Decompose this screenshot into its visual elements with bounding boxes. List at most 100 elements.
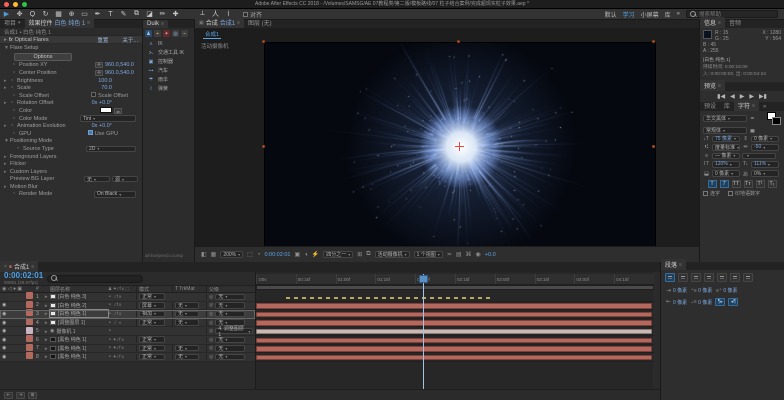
expand-transfer-controls-icon[interactable]: ⇥: [16, 392, 25, 399]
last-frame-button[interactable]: ▶▮: [759, 93, 767, 100]
eye-icon[interactable]: ◉: [2, 302, 6, 308]
scale-offset-checkbox[interactable]: [91, 92, 96, 97]
view-layout-select[interactable]: 1 个视图: [414, 251, 443, 258]
parent-select[interactable]: 无: [215, 294, 245, 301]
exposure-value[interactable]: +0.0: [485, 252, 496, 258]
point-picker-icon[interactable]: ✛: [95, 62, 103, 68]
duik-constraint-icon[interactable]: ✦: [163, 30, 170, 37]
selection-handle[interactable]: [652, 145, 655, 148]
viewer-timecode[interactable]: 0:00:02:01: [264, 252, 290, 258]
duik-item-umbrella[interactable]: ☂雨伞: [143, 75, 194, 84]
mode-select[interactable]: 正常: [139, 345, 165, 352]
tab-libraries[interactable]: 库: [720, 100, 734, 111]
panel-menu-icon[interactable]: ≡: [161, 21, 164, 27]
proportional-spacing-select[interactable]: 0%: [751, 170, 779, 177]
workspace-learn[interactable]: 学习: [623, 10, 635, 19]
previous-frame-button[interactable]: ◀: [730, 93, 735, 100]
tab-project[interactable]: 项目▾: [0, 17, 25, 28]
work-area-bar[interactable]: [256, 285, 654, 290]
tab-duik[interactable]: Duik≡: [143, 20, 168, 28]
resolution-select[interactable]: 四分之一: [323, 251, 353, 258]
tab-info[interactable]: 信息≡: [700, 17, 725, 28]
parent-pickwhip-icon[interactable]: ◎: [209, 328, 213, 334]
font-style-select[interactable]: 常规体: [703, 127, 747, 134]
first-frame-button[interactable]: ▮◀: [717, 93, 725, 100]
expand-layer-switches-icon[interactable]: ⇤: [4, 392, 13, 399]
duik-bone-icon[interactable]: ⌖: [154, 30, 161, 37]
tracking-select[interactable]: -50: [751, 144, 779, 151]
selection-handle[interactable]: [262, 145, 265, 148]
color-mode-select[interactable]: Tint: [80, 115, 136, 122]
panel-menu-icon[interactable]: ≡: [237, 20, 240, 26]
text-direction-rtl-button[interactable]: ◂¶: [728, 298, 738, 306]
transparency-grid-icon[interactable]: ⧉: [366, 251, 370, 258]
align-center-button[interactable]: [678, 273, 688, 282]
stopwatch-icon[interactable]: ◔: [12, 191, 19, 197]
stopwatch-icon[interactable]: ◔: [10, 85, 17, 91]
parent-select[interactable]: 无: [215, 337, 245, 344]
mode-select[interactable]: 正常: [139, 293, 165, 300]
panel-menu-icon[interactable]: ≡: [718, 83, 721, 89]
trkmat-header[interactable]: T TrkMat: [172, 286, 206, 292]
layer-row-2[interactable]: ◉ 2► [白色 纯色 2] ⚬ ⁄fx 屏幕 无 ◎无: [0, 302, 255, 311]
point-picker-icon[interactable]: ✛: [95, 70, 103, 76]
layer-row-8[interactable]: ◉ 8► [黑色 纯色 1] ⚬✦⁄fx 正常 无 ◎无: [0, 353, 255, 362]
workspace-small-screen[interactable]: 小屏幕: [641, 10, 659, 19]
fill-stroke-swatches[interactable]: [767, 112, 781, 125]
parent-pickwhip-icon[interactable]: ◎: [209, 354, 213, 360]
group-positioning-mode[interactable]: ▼Positioning Mode: [0, 138, 142, 146]
always-preview-icon[interactable]: ◧: [201, 251, 207, 258]
render-mode-select[interactable]: On Black: [94, 191, 136, 198]
tab-layer[interactable]: 图层 (无): [244, 17, 276, 28]
reset-exposure-icon[interactable]: ◉: [476, 251, 481, 258]
workspace-default[interactable]: 默认: [605, 10, 617, 19]
label-chip[interactable]: [26, 292, 33, 299]
stopwatch-icon[interactable]: ◔: [12, 131, 19, 137]
tab-effects-presets[interactable]: 预设: [700, 100, 720, 111]
eye-icon[interactable]: ◉: [2, 320, 6, 326]
indent-left-field[interactable]: ⇥0 像素: [665, 287, 687, 294]
duik-camera-icon[interactable]: ⌁: [181, 30, 188, 37]
viewer-comp-chip[interactable]: 合成1: [203, 30, 221, 39]
group-foreground-layers[interactable]: ▸Foreground Layers: [0, 153, 142, 161]
playhead-line[interactable]: [423, 274, 424, 400]
subscript-toggle[interactable]: T₁: [768, 180, 777, 188]
panel-menu-icon[interactable]: ≡: [31, 264, 34, 270]
close-tab-icon[interactable]: ×: [4, 264, 7, 270]
eyedropper-icon[interactable]: ✒: [749, 116, 756, 122]
layer-row-7[interactable]: ◉ 7► [黑色 纯色 1] ⚬✦⁄fx 正常 无 ◎无: [0, 345, 255, 354]
snap-checkbox[interactable]: [243, 12, 248, 17]
time-ruler[interactable]: :00s00:15f 01:00f01:15f 02:00f02:15f 03:…: [256, 274, 654, 285]
magnification-select[interactable]: 200%: [220, 251, 243, 258]
main-viewer-icon[interactable]: ▦: [211, 251, 217, 258]
justify-last-left-button[interactable]: [704, 273, 714, 282]
parent-pickwhip-icon[interactable]: ◎: [209, 345, 213, 351]
effect-about-link[interactable]: 关于...: [122, 36, 138, 44]
align-right-button[interactable]: [691, 273, 701, 282]
stopwatch-icon[interactable]: ◔: [12, 93, 19, 99]
duik-rig-icon[interactable]: ♟: [145, 30, 152, 37]
vertical-scale-select[interactable]: 120%: [712, 161, 740, 168]
space-after-field[interactable]: ₊≡0 像素: [690, 299, 712, 306]
tab-preview[interactable]: 预览≡: [700, 80, 725, 91]
layer-duration-bar[interactable]: [256, 320, 652, 326]
parent-select[interactable]: 无: [215, 311, 245, 318]
tab-paragraph[interactable]: 段落≡: [661, 259, 686, 270]
duik-item-spring[interactable]: ⌇弹簧: [143, 84, 194, 93]
gpu-checkbox[interactable]: [88, 130, 93, 135]
eraser-tool-icon[interactable]: ◪: [143, 9, 156, 19]
stopwatch-icon[interactable]: ◔: [10, 78, 17, 84]
group-motion-blur[interactable]: ▸Motion Blur: [0, 183, 142, 191]
snapshot-icon[interactable]: ▣: [294, 251, 300, 258]
mode-select[interactable]: 相加: [139, 311, 165, 318]
current-timecode[interactable]: 0:00:02:01: [4, 272, 43, 280]
layer-row-1[interactable]: 1► [白色 纯色 3] ⚬ ⁄fx 正常 ◎无: [0, 293, 255, 302]
eyedropper-icon[interactable]: ⇄: [114, 108, 122, 114]
panel-menu-icon[interactable]: ≡: [87, 20, 90, 26]
layer-track-1[interactable]: [256, 293, 654, 302]
font-size-select[interactable]: 75 像素: [712, 136, 740, 143]
trkmat-select[interactable]: 无: [175, 354, 199, 361]
justify-all-button[interactable]: [743, 273, 753, 282]
layer-track-7[interactable]: [256, 345, 654, 354]
label-chip[interactable]: [26, 344, 33, 351]
